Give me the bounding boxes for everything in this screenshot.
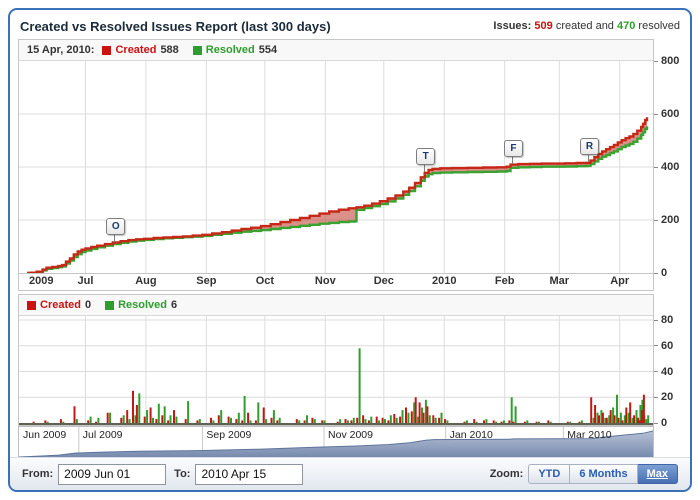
legend-created[interactable]: Created 588 [102, 44, 179, 56]
zoom-button-group: YTD 6 Months Max [528, 464, 678, 484]
created-label: Created [40, 299, 81, 311]
navigator-label: Jul 2009 [82, 429, 123, 441]
zoom-controls: Zoom: YTD 6 Months Max [490, 464, 678, 484]
from-date-input[interactable] [58, 463, 167, 485]
lower-chart-legend: Created 0 Resolved 6 [19, 295, 653, 316]
issues-resolved-suffix: resolved [638, 20, 680, 32]
navigator-label: Sep 2009 [206, 429, 252, 441]
navigator-row: Jun 2009 Jul 2009 Sep 2009 Nov 2009 Jan 2010… [18, 426, 682, 460]
zoom-button-6-months[interactable]: 6 Months [570, 464, 638, 484]
zoom-label: Zoom: [489, 468, 524, 480]
gadget-header: Created vs Resolved Issues Report (last … [10, 10, 690, 39]
issues-resolved-count: 470 [617, 20, 636, 32]
x-axis-label: Nov [314, 275, 336, 287]
lower-y-axis: 0 20 40 60 80 [654, 294, 682, 429]
resolved-swatch-icon [105, 300, 115, 310]
cumulative-chart-panel: 15 Apr, 2010: Created 588 Resolved 554 O… [18, 39, 654, 291]
navigator-label: Mar 2010 [567, 429, 612, 441]
flag-R[interactable]: R [580, 137, 599, 155]
resolved-value: 554 [258, 44, 278, 56]
navigator-label: Nov 2009 [328, 429, 373, 441]
to-label: To: [174, 468, 191, 480]
y-axis-tick: 800 [654, 55, 679, 67]
issues-label: Issues: [493, 20, 532, 32]
resolved-label: Resolved [205, 44, 255, 56]
daily-chart-svg [19, 316, 653, 423]
main-y-axis: 0 200 400 600 800 [654, 39, 682, 291]
cumulative-plot-area[interactable]: O T F R [19, 61, 653, 273]
issues-created-count: 509 [534, 20, 553, 32]
cumulative-chart-row: 15 Apr, 2010: Created 588 Resolved 554 O… [18, 39, 682, 291]
daily-plot-area[interactable] [19, 316, 653, 425]
x-axis-label: Apr [610, 275, 630, 287]
navigator-label: Jan 2010 [449, 429, 493, 441]
date-range-controls: From: To: [22, 463, 304, 485]
flag-F[interactable]: F [503, 139, 523, 157]
created-label: Created [115, 44, 157, 56]
flag-O[interactable]: O [106, 217, 126, 235]
y-axis-tick: 0 [654, 267, 667, 279]
x-axis: 2009 Jul Aug Sep Oct Nov Dec 2010 Feb Mar Apr [19, 273, 653, 290]
created-value: 588 [160, 44, 179, 56]
daily-chart-row: Created 0 Resolved 6 0 20 40 60 80 [18, 294, 682, 429]
from-label: From: [22, 468, 54, 480]
page-title: Created vs Resolved Issues Report (last … [20, 18, 331, 34]
navigator-spacer [654, 426, 682, 460]
x-axis-label: Jul [77, 275, 94, 287]
y-axis-tick: 400 [654, 161, 679, 173]
gadget-body: 15 Apr, 2010: Created 588 Resolved 554 O… [10, 39, 690, 460]
resolved-swatch-icon [192, 45, 202, 55]
x-axis-label: Aug [135, 275, 157, 287]
x-axis-label: 2009 [29, 275, 54, 287]
zoom-button-max[interactable]: Max [637, 464, 678, 484]
to-date-input[interactable] [195, 463, 304, 485]
daily-chart-panel: Created 0 Resolved 6 [18, 294, 654, 426]
y-axis-tick: 20 [654, 391, 673, 403]
zoom-button-ytd[interactable]: YTD [528, 464, 571, 484]
issues-created-suffix: created and [555, 20, 614, 32]
x-axis-label: 2010 [431, 275, 457, 287]
y-axis-tick: 40 [654, 366, 673, 378]
legend-resolved[interactable]: Resolved 554 [192, 44, 278, 56]
y-axis-tick: 600 [654, 108, 679, 120]
x-axis-label: Mar [549, 275, 570, 287]
x-axis-label: Oct [255, 275, 275, 287]
resolved-value: 6 [171, 299, 178, 311]
y-axis-tick: 80 [654, 314, 673, 326]
x-axis-label: Feb [494, 275, 515, 287]
x-axis-label: Dec [373, 275, 394, 287]
main-chart-legend: 15 Apr, 2010: Created 588 Resolved 554 [19, 40, 653, 61]
navigator-label: Jun 2009 [23, 429, 67, 441]
x-axis-label: Sep [196, 275, 217, 287]
y-axis-tick: 60 [654, 340, 673, 352]
y-axis-tick: 200 [654, 214, 679, 226]
legend-resolved-daily[interactable]: Resolved 6 [105, 299, 177, 311]
resolved-label: Resolved [118, 299, 168, 311]
issues-summary: Issues: 509 created and 470 resolved [493, 20, 680, 32]
created-value: 0 [84, 299, 92, 311]
footer-bar: From: To: Zoom: YTD6 MonthsMax [10, 457, 690, 490]
flag-T[interactable]: T [416, 147, 436, 165]
created-swatch-icon [102, 45, 112, 55]
report-gadget: Created vs Resolved Issues Report (last … [8, 8, 692, 492]
legend-created-daily[interactable]: Created 0 [27, 299, 91, 311]
hover-date: 15 Apr, 2010: [27, 44, 95, 56]
timeline-navigator[interactable]: Jun 2009 Jul 2009 Sep 2009 Nov 2009 Jan 2010… [18, 426, 654, 460]
created-swatch-icon [27, 300, 36, 310]
